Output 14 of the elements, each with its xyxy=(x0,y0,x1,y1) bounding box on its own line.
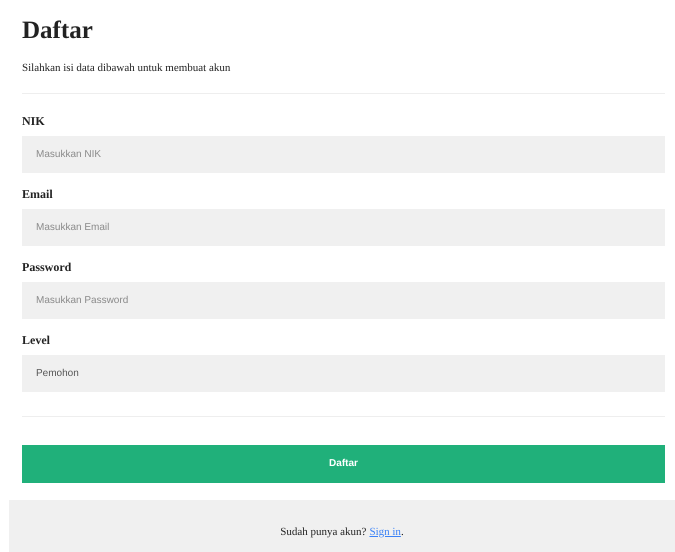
submit-button[interactable]: Daftar xyxy=(22,444,665,482)
page-title: Daftar xyxy=(22,18,93,43)
subtitle: Silahkan isi data dibawah untuk membuat akun xyxy=(22,61,230,76)
input-field[interactable]: Masukkan Password xyxy=(22,282,665,318)
input-field[interactable]: Masukkan Email xyxy=(22,208,665,246)
input-field[interactable]: Masukkan NIK xyxy=(22,136,665,172)
field-label: Email xyxy=(22,188,53,200)
field-label: Level xyxy=(22,334,50,346)
footer-text: Sudah punya akun? xyxy=(280,524,366,540)
footer-period: . xyxy=(400,524,404,540)
field-label: NIK xyxy=(22,114,45,126)
field-label: Password xyxy=(22,260,72,272)
input-field[interactable]: Pemohon xyxy=(22,354,665,392)
sign-in-link[interactable]: Sign in xyxy=(369,524,401,540)
